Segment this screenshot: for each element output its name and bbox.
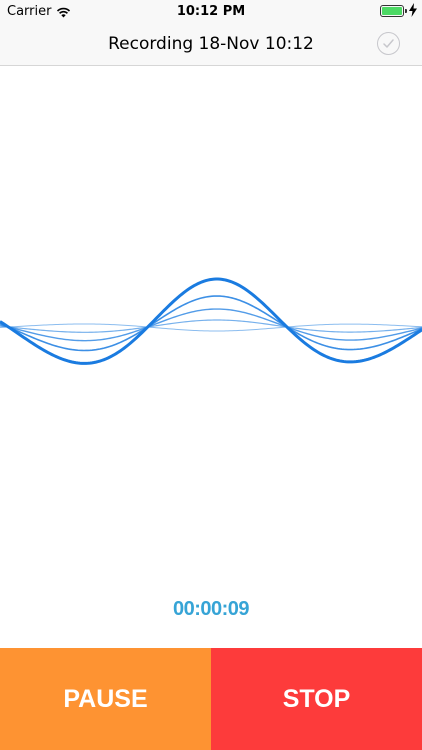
battery-tip [405, 9, 407, 13]
pause-label: PAUSE [63, 684, 148, 713]
elapsed-timer: 00:00:09 [172, 598, 250, 620]
audio-waveform [0, 230, 422, 430]
stop-label: STOP [282, 684, 351, 713]
recording-controls: PAUSE STOP [0, 648, 422, 750]
done-button[interactable] [377, 32, 400, 55]
waveform-visualizer [0, 277, 422, 365]
waveform-line [0, 308, 422, 342]
checkmark-circle-icon [383, 39, 394, 48]
stop-button[interactable]: STOP [211, 648, 422, 750]
waveform-line [0, 277, 422, 365]
battery-icon [380, 5, 404, 17]
waveform-line [0, 323, 422, 332]
recording-title: Recording 18-Nov 10:12 [108, 34, 314, 54]
charging-icon [409, 3, 417, 17]
status-time: 10:12 PM [176, 4, 246, 19]
pause-button[interactable]: PAUSE [0, 648, 211, 750]
status-bar: Carrier 10:12 PM [0, 0, 422, 22]
navigation-bar: Recording 18-Nov 10:12 [0, 22, 422, 66]
battery-level [382, 7, 402, 15]
waveform-line [0, 295, 422, 352]
